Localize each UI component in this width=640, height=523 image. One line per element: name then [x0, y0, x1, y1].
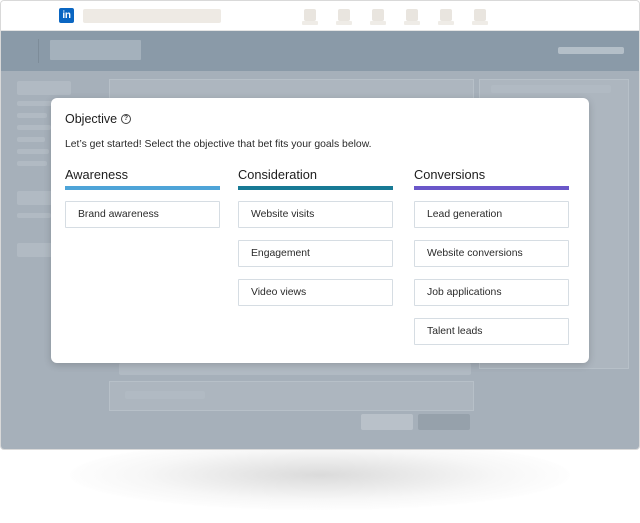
column-accent-bar [414, 186, 569, 190]
nav-messaging-icon[interactable] [404, 9, 420, 25]
linkedin-logo-icon[interactable]: in [59, 8, 74, 23]
objective-option-website-conversions[interactable]: Website conversions [414, 240, 569, 267]
objective-option-video-views[interactable]: Video views [238, 279, 393, 306]
drop-shadow [70, 440, 570, 510]
objective-option-talent-leads[interactable]: Talent leads [414, 318, 569, 345]
sidebar-line [17, 113, 47, 118]
nav-home-icon[interactable] [302, 9, 318, 25]
objective-option-engagement[interactable]: Engagement [238, 240, 393, 267]
objective-option-lead-generation[interactable]: Lead generation [414, 201, 569, 228]
right-rail-line [491, 85, 611, 93]
column-accent-bar [238, 186, 393, 190]
sidebar-line [17, 125, 51, 130]
modal-title: Objective [65, 112, 118, 126]
column-accent-bar [65, 186, 220, 190]
objective-modal: Objective ? Let’s get started! Select th… [51, 98, 589, 363]
objective-column-consideration: Consideration Website visits Engagement … [238, 167, 393, 306]
column-title: Consideration [238, 167, 317, 182]
nav-network-icon[interactable] [336, 9, 352, 25]
back-button[interactable] [361, 414, 413, 430]
sidebar-heading [17, 81, 71, 95]
objective-column-conversions: Conversions Lead generation Website conv… [414, 167, 569, 345]
sidebar-line [17, 161, 47, 166]
search-input[interactable] [83, 9, 221, 23]
content-line [125, 391, 205, 399]
next-button[interactable] [418, 414, 470, 430]
column-title: Conversions [414, 167, 486, 182]
campaign-manager-header [1, 31, 639, 71]
sidebar-heading [17, 191, 53, 205]
top-nav-bar: in [1, 1, 639, 31]
objective-option-brand-awareness[interactable]: Brand awareness [65, 201, 220, 228]
header-action[interactable] [558, 47, 624, 54]
help-circle-icon[interactable]: ? [121, 114, 131, 124]
column-title: Awareness [65, 167, 129, 182]
sidebar-line [17, 149, 49, 154]
objective-column-awareness: Awareness Brand awareness [65, 167, 220, 228]
header-divider [38, 39, 39, 63]
account-selector[interactable] [50, 40, 141, 60]
nav-notifications-icon[interactable] [438, 9, 454, 25]
sidebar-line [17, 213, 51, 218]
sidebar-line [17, 101, 53, 106]
nav-profile-icon[interactable] [472, 9, 488, 25]
objective-option-website-visits[interactable]: Website visits [238, 201, 393, 228]
sidebar-heading [17, 243, 53, 257]
modal-intro-text: Let’s get started! Select the objective … [65, 139, 372, 150]
nav-jobs-icon[interactable] [370, 9, 386, 25]
objective-option-job-applications[interactable]: Job applications [414, 279, 569, 306]
content-row [119, 363, 471, 375]
sidebar-line [17, 137, 45, 142]
